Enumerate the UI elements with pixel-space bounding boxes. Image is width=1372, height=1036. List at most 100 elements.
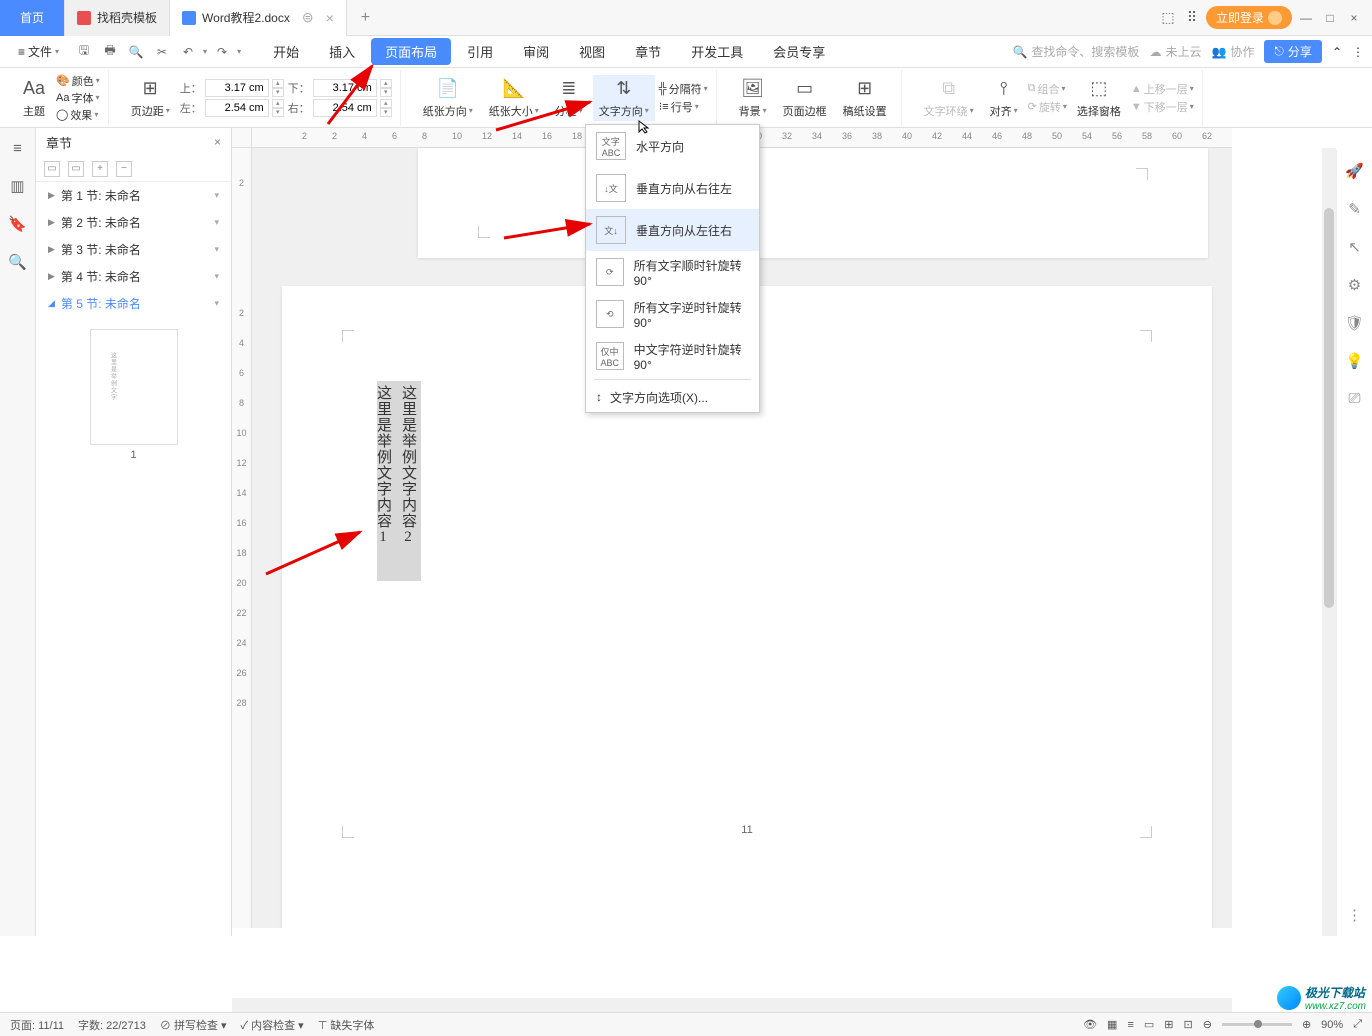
menu-references[interactable]: 引用	[453, 38, 507, 65]
margin-right-input[interactable]	[313, 99, 377, 117]
status-page[interactable]: 页面: 11/11	[10, 1017, 64, 1033]
view-read-icon[interactable]: ⊞	[1164, 1018, 1173, 1031]
redo-icon[interactable]: ↷	[211, 41, 233, 63]
collab-button[interactable]: 👥 协作	[1211, 43, 1254, 60]
view-print-icon[interactable]: ▦	[1107, 1018, 1117, 1031]
tool-icon[interactable]: ▭	[68, 161, 84, 177]
fit-icon[interactable]: ⊡	[1184, 1018, 1193, 1031]
status-words[interactable]: 字数: 22/2713	[78, 1017, 146, 1033]
zoom-slider[interactable]	[1222, 1023, 1292, 1026]
lineno-button[interactable]: ⁝≡ 行号 ▾	[659, 99, 708, 115]
textdirection-button[interactable]: ⇅文字方向▾	[593, 75, 655, 121]
screencap-icon[interactable]: ⎚	[1348, 390, 1360, 407]
dd-options[interactable]: ↕文字方向选项(X)...	[586, 382, 759, 412]
grid-button[interactable]: ⊞稿纸设置	[837, 75, 893, 121]
command-search[interactable]: 🔍 查找命令、搜索模板	[1012, 43, 1139, 60]
spin-down[interactable]: ▾	[272, 88, 284, 97]
save-icon[interactable]: 🖫	[73, 41, 95, 63]
zoom-value[interactable]: 90%	[1321, 1019, 1343, 1031]
section-item[interactable]: ▶第 1 节: 未命名▾	[36, 182, 231, 209]
status-spell[interactable]: ⊘ 拼写检查 ▾	[160, 1017, 227, 1033]
orientation-button[interactable]: 📄纸张方向▾	[417, 75, 479, 121]
settings-icon[interactable]: ⚙	[1348, 276, 1361, 294]
status-font[interactable]: ⊤ 缺失字体	[318, 1017, 375, 1033]
menu-start[interactable]: 开始	[259, 38, 313, 65]
sidebar-close-icon[interactable]: ×	[214, 135, 221, 149]
dd-rotate-ccw[interactable]: ⟲所有文字逆时针旋转90°	[586, 293, 759, 335]
more-icon[interactable]: ⋮	[1347, 906, 1362, 924]
pageborder-button[interactable]: ▭页面边框	[777, 75, 833, 121]
print-icon[interactable]: 🖶	[99, 41, 121, 63]
menu-view[interactable]: 视图	[565, 38, 619, 65]
close-icon[interactable]: ×	[1344, 8, 1364, 28]
tip-icon[interactable]: 💡	[1345, 352, 1364, 370]
apps-icon[interactable]: ⠿	[1182, 8, 1202, 28]
menu-member[interactable]: 会员专享	[759, 38, 839, 65]
cloud-status[interactable]: ☁ 未上云	[1149, 43, 1201, 60]
columns-button[interactable]: ≣分栏▾	[549, 75, 589, 121]
maximize-icon[interactable]: □	[1320, 8, 1340, 28]
spin-up[interactable]: ▴	[272, 99, 284, 108]
spin-up[interactable]: ▴	[380, 99, 392, 108]
section-item-selected[interactable]: ◢第 5 节: 未命名▾	[36, 290, 231, 317]
tool-icon[interactable]: ▭	[44, 161, 60, 177]
spin-down[interactable]: ▾	[380, 108, 392, 117]
undo-icon[interactable]: ↶	[177, 41, 199, 63]
section-item[interactable]: ▶第 2 节: 未命名▾	[36, 209, 231, 236]
selectpane-button[interactable]: ⬚选择窗格	[1071, 75, 1127, 121]
new-tab-button[interactable]: +	[347, 9, 384, 27]
align-button[interactable]: ⫯对齐▾	[984, 75, 1024, 121]
dd-rotate-cw[interactable]: ⟳所有文字顺时针旋转90°	[586, 251, 759, 293]
tab-menu-icon[interactable]: ⊜	[302, 9, 314, 26]
section-item[interactable]: ▶第 3 节: 未命名▾	[36, 236, 231, 263]
spin-up[interactable]: ▴	[272, 79, 284, 88]
tab-document[interactable]: Word教程2.docx ⊜ ×	[170, 0, 347, 36]
spin-down[interactable]: ▾	[380, 88, 392, 97]
zoom-thumb[interactable]	[1254, 1020, 1262, 1028]
background-button[interactable]: 🖼背景▾	[733, 75, 773, 121]
tab-close-icon[interactable]: ×	[326, 10, 334, 26]
theme-button[interactable]: Aa 主题	[16, 75, 52, 121]
menu-pagelayout[interactable]: 页面布局	[371, 38, 451, 65]
page-bottom-prev[interactable]	[418, 148, 1208, 258]
breaks-button[interactable]: ╬ 分隔符 ▾	[659, 81, 708, 97]
expand-icon[interactable]: ⤢	[1353, 1018, 1362, 1031]
spin-down[interactable]: ▾	[272, 108, 284, 117]
menu-devtools[interactable]: 开发工具	[677, 38, 757, 65]
papersize-button[interactable]: 📐纸张大小▾	[483, 75, 545, 121]
bookmark-icon[interactable]: 🔖	[6, 212, 30, 236]
tool-icon[interactable]: −	[116, 161, 132, 177]
section-item[interactable]: ▶第 4 节: 未命名▾	[36, 263, 231, 290]
margins-button[interactable]: ⊞ 页边距▾	[125, 75, 176, 121]
rocket-icon[interactable]: 🚀	[1345, 162, 1364, 180]
tab-templates[interactable]: 找稻壳模板	[65, 0, 170, 36]
pen-icon[interactable]: ✎	[1348, 200, 1361, 218]
effect-button[interactable]: ◯ 效果 ▾	[56, 107, 100, 123]
horizontal-scrollbar[interactable]	[232, 998, 1232, 1012]
cursor-icon[interactable]: ↖	[1348, 238, 1361, 256]
chevron-down-icon[interactable]: ▾	[203, 47, 207, 56]
eye-icon[interactable]: 👁	[1083, 1018, 1097, 1031]
file-menu[interactable]: ≡ 文件 ▾	[8, 43, 69, 60]
login-button[interactable]: 立即登录	[1206, 6, 1292, 29]
thumbnails-icon[interactable]: ▥	[6, 174, 30, 198]
vertical-ruler[interactable]: 2246810121416182022242628	[232, 148, 252, 928]
spin-up[interactable]: ▴	[380, 79, 392, 88]
color-button[interactable]: 🎨 颜色 ▾	[56, 73, 100, 89]
outline-icon[interactable]: ≡	[6, 136, 30, 160]
view-web-icon[interactable]: ▭	[1144, 1018, 1154, 1031]
margin-top-input[interactable]	[205, 79, 269, 97]
safe-icon[interactable]: 🛡	[1345, 314, 1364, 332]
zoom-out-icon[interactable]: ⊖	[1203, 1018, 1212, 1031]
vertical-scrollbar[interactable]	[1322, 148, 1336, 936]
dd-cn-ccw[interactable]: 仅中ABC中文字符逆时针旋转90°	[586, 335, 759, 377]
dd-vertical-ltr[interactable]: 文↓垂直方向从左往右	[586, 209, 759, 251]
view-outline-icon[interactable]: ≡	[1127, 1019, 1133, 1031]
tab-home[interactable]: 首页	[0, 0, 65, 36]
minimize-icon[interactable]: —	[1296, 8, 1316, 28]
scrollbar-thumb[interactable]	[1324, 208, 1334, 608]
window-layout-icon[interactable]: ⬚	[1158, 8, 1178, 28]
zoom-in-icon[interactable]: ⊕	[1302, 1018, 1311, 1031]
cut-icon[interactable]: ✂	[151, 41, 173, 63]
page-thumbnail[interactable]: 这里是举例文字	[90, 329, 178, 445]
